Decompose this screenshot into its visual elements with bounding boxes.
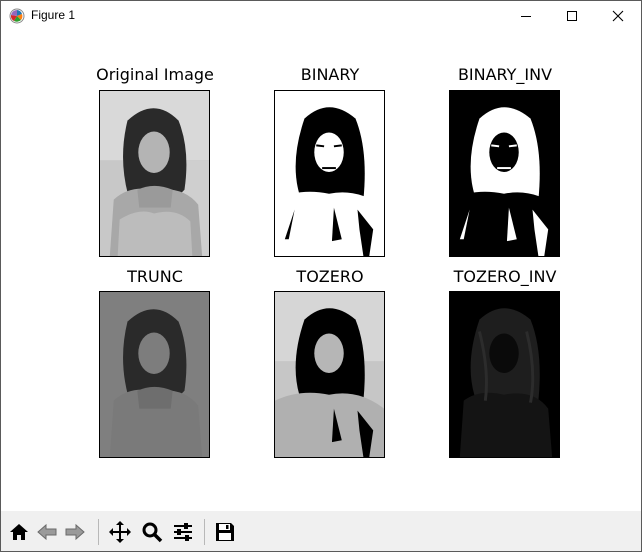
navigation-toolbar: [1, 511, 641, 551]
subplot-image-tozero: [274, 291, 385, 458]
figure-window: Figure 1 Original Image BINARY BINARY_IN…: [0, 0, 642, 552]
home-icon: [10, 524, 28, 540]
subplot-image-binary-inv: [449, 90, 560, 257]
subplot-image-binary: [274, 90, 385, 257]
pan-icon: [109, 521, 131, 543]
save-button[interactable]: [212, 518, 238, 546]
forward-button[interactable]: [62, 518, 88, 546]
configure-subplots-button[interactable]: [170, 518, 196, 546]
maximize-button[interactable]: [549, 1, 595, 31]
subplot-title-tozero: TOZERO: [296, 267, 364, 286]
home-button[interactable]: [6, 518, 32, 546]
close-button[interactable]: [595, 1, 641, 31]
subplot-title-trunc: TRUNC: [127, 267, 183, 286]
minimize-button[interactable]: [503, 1, 549, 31]
zoom-button[interactable]: [139, 518, 165, 546]
subplot-title-tozero-inv: TOZERO_INV: [453, 267, 557, 286]
window-title: Figure 1: [31, 8, 76, 22]
subplot-image-tozero-inv: [449, 291, 560, 458]
forward-icon: [65, 523, 85, 541]
maximize-icon: [567, 11, 577, 21]
matplotlib-logo-icon: [9, 8, 25, 24]
subplot-image-original: [99, 90, 210, 257]
subplot-title-original: Original Image: [96, 65, 214, 84]
back-icon: [37, 523, 57, 541]
save-icon: [216, 523, 234, 541]
figure-canvas[interactable]: Original Image BINARY BINARY_INV TRUNC T…: [1, 32, 641, 511]
toolbar-separator: [98, 519, 99, 545]
subplot-title-binary-inv: BINARY_INV: [457, 65, 553, 84]
close-icon: [612, 10, 624, 22]
toolbar-separator: [204, 519, 205, 545]
configure-subplots-icon: [174, 523, 192, 541]
title-bar[interactable]: Figure 1: [1, 1, 641, 31]
zoom-icon: [142, 522, 163, 543]
back-button[interactable]: [34, 518, 60, 546]
subplot-title-binary: BINARY: [300, 65, 360, 84]
pan-button[interactable]: [107, 518, 133, 546]
minimize-icon: [521, 16, 531, 17]
subplot-image-trunc: [99, 291, 210, 458]
